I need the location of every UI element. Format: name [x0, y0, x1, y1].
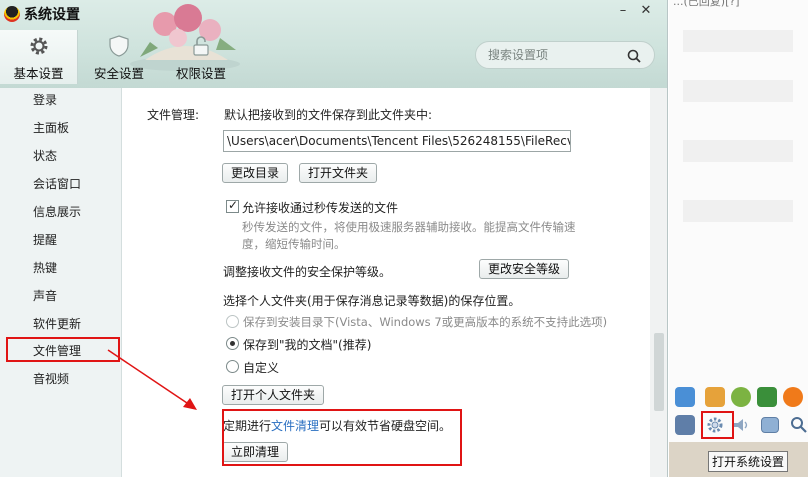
game-icon[interactable]: [731, 387, 751, 407]
sidebar-item-main-panel[interactable]: 主面板: [0, 117, 120, 139]
scrollbar-thumb[interactable]: [654, 333, 664, 411]
qq-penguin-icon: [4, 6, 20, 22]
scrollbar[interactable]: [650, 88, 667, 477]
radio-my-documents-label: 保存到"我的文档"(推荐): [243, 338, 372, 352]
placeholder-bar: [683, 30, 793, 52]
sidebar-item-hotkey[interactable]: 热键: [0, 257, 120, 279]
open-folder-button[interactable]: 打开文件夹: [299, 163, 378, 183]
placeholder-bar: [683, 140, 793, 162]
sidebar-item-info-display[interactable]: 信息展示: [0, 201, 120, 223]
sidebar-item-software-update[interactable]: 软件更新: [0, 313, 120, 335]
shield-icon: [109, 35, 129, 57]
section-label: 文件管理:: [147, 108, 200, 122]
radio-my-documents[interactable]: [226, 337, 239, 350]
settings-window: 系统设置 – ✕ 基本设置 安全设置 权限设置 搜索设置项 登录 主面板 状态 …: [0, 0, 668, 477]
tab-security-settings[interactable]: 安全设置: [80, 30, 158, 84]
instant-transfer-label: 允许接收通过秒传发送的文件: [242, 201, 399, 215]
tab-label: 安全设置: [93, 66, 144, 81]
annotation-box-settings-gear: [701, 411, 734, 439]
sidebar-item-reminder[interactable]: 提醒: [0, 229, 120, 251]
window-title: 系统设置: [24, 7, 80, 23]
tab-permission-settings[interactable]: 权限设置: [162, 30, 240, 84]
qq-penguin-icon[interactable]: [675, 415, 695, 435]
radio-install-dir-label: 保存到安装目录下(Vista、Windows 7或更高版本的系统不支持此选项): [243, 315, 608, 329]
save-path-field[interactable]: \Users\acer\Documents\Tencent Files\5262…: [223, 130, 571, 152]
search-box: [475, 41, 655, 69]
change-security-level-button[interactable]: 更改安全等级: [479, 259, 570, 279]
gear-icon: [30, 37, 48, 55]
tab-basic-settings[interactable]: 基本设置: [0, 30, 78, 84]
annotation-box-cleanup: [222, 409, 462, 466]
instant-transfer-description-cont: 度，缩短传输时间。: [242, 237, 346, 251]
change-directory-button[interactable]: 更改目录: [222, 163, 289, 183]
close-button[interactable]: ✕: [634, 0, 658, 20]
sidebar-item-chat-window[interactable]: 会话窗口: [0, 173, 120, 195]
sidebar-item-sound[interactable]: 声音: [0, 285, 120, 307]
open-personal-folder-button[interactable]: 打开个人文件夹: [222, 385, 325, 405]
security-level-label: 调整接收文件的安全保护等级。: [223, 265, 392, 279]
placeholder-bar: [683, 80, 793, 102]
open-settings-tooltip: 打开系统设置: [708, 451, 789, 472]
minimize-button[interactable]: –: [612, 0, 634, 20]
title-bar: 系统设置 – ✕ 基本设置 安全设置 权限设置 搜索设置项: [0, 0, 667, 88]
sidebar: 登录 主面板 状态 会话窗口 信息展示 提醒 热键 声音 软件更新 文件管理 音…: [0, 88, 120, 477]
search-icon[interactable]: [789, 415, 808, 435]
sidebar-item-status[interactable]: 状态: [0, 145, 120, 167]
sidebar-item-login[interactable]: 登录: [0, 89, 120, 111]
instant-transfer-description: 秒传发送的文件，将使用极速服务器辅助接收。能提高文件传输速: [242, 220, 576, 234]
sidebar-item-audio-video[interactable]: 音视频: [0, 368, 120, 390]
annotation-box-file-management: [6, 337, 120, 362]
speaker-icon[interactable]: [731, 415, 751, 435]
radio-custom[interactable]: [226, 360, 239, 373]
window-controls: – ✕: [612, 0, 658, 20]
browser-icon[interactable]: [783, 387, 803, 407]
pet-icon[interactable]: [705, 387, 725, 407]
search-icon[interactable]: [626, 48, 642, 64]
radio-custom-label: 自定义: [243, 361, 280, 375]
qq-panel-top-text: ...(已回复)[?]: [673, 0, 740, 8]
qq-side-panel: ...(已回复)[?]: [669, 0, 808, 477]
placeholder-bar: [683, 200, 793, 222]
save-location-label: 默认把接收到的文件保存到此文件夹中:: [224, 108, 433, 122]
personal-folder-label: 选择个人文件夹(用于保存消息记录等数据)的保存位置。: [223, 294, 521, 308]
security-guard-icon[interactable]: [757, 387, 777, 407]
lock-icon: [193, 36, 209, 56]
instant-transfer-checkbox[interactable]: [226, 198, 239, 213]
tab-label: 基本设置: [13, 66, 64, 81]
search-input[interactable]: [488, 47, 628, 63]
contacts-icon[interactable]: [675, 387, 695, 407]
tab-label: 权限设置: [175, 66, 226, 81]
message-manager-icon[interactable]: [761, 417, 779, 433]
radio-install-dir[interactable]: [226, 315, 239, 328]
